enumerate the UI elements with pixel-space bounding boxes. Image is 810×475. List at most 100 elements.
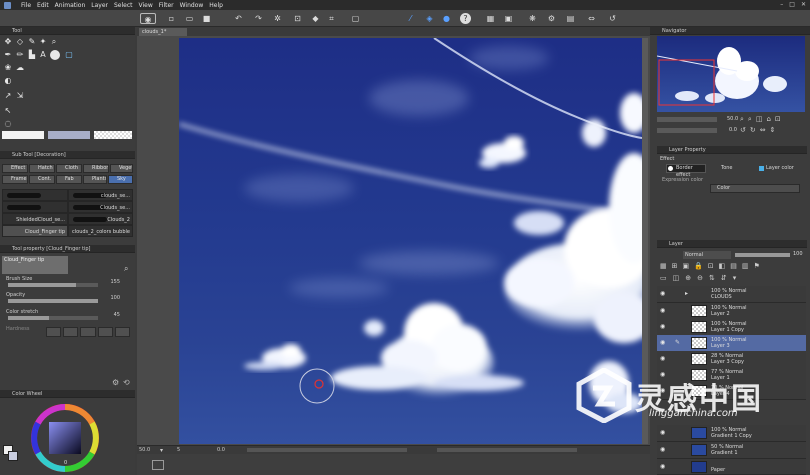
layer-view-icon[interactable]: ▣ [503,13,514,24]
airbrush-tool-icon[interactable]: ▢ [64,50,74,60]
layer-folder-clouds[interactable]: ◉ ▸ 100 % Normal CLOUDS [657,286,806,303]
layer-tool-row[interactable]: ▦⊞▣🔒⊡◧▤▥⚑ [660,262,805,271]
new-icon[interactable]: ▫ [166,13,177,24]
open-icon[interactable]: ▭ [184,13,195,24]
minimize-button[interactable]: – [780,1,783,8]
layer-row[interactable]: ◉ 100 % Normal Layer 2 [657,303,806,320]
text-tool-icon[interactable]: A [38,50,48,60]
lasso-tool-icon[interactable]: ◇ [15,37,25,47]
close-button[interactable]: ✕ [801,1,806,8]
gradient-tool-icon[interactable]: ◐ [3,76,13,86]
visibility-eye-icon[interactable]: ◉ [660,464,666,470]
pin-icon[interactable]: ● [441,13,452,24]
undo-icon[interactable]: ↶ [233,13,244,24]
crop-icon[interactable]: ⌗ [326,13,337,24]
nav-zoom-slider[interactable] [657,117,717,122]
subtool-tab-fab[interactable]: Fab [56,175,82,184]
eraser-tool-icon[interactable] [50,50,60,60]
hardness-option[interactable] [46,327,62,337]
settings-icon[interactable]: ⚙ [112,378,119,387]
visibility-eye-icon[interactable]: ◉ [660,291,666,297]
brush-item[interactable]: clouds_2_colors bubble [68,225,133,237]
rotate-icon[interactable]: ↺ [607,13,618,24]
ruler-icon[interactable]: ⁄ [405,13,416,24]
brush-item[interactable]: clouds_se... [68,189,133,201]
visibility-eye-icon[interactable]: ◉ [660,447,666,453]
brush-size-slider[interactable] [8,283,98,287]
settings-icon[interactable]: ⚙ [546,13,557,24]
subtool-tab-sky[interactable]: Sky [108,175,133,184]
saturation-value-square[interactable] [49,422,81,454]
search-icon[interactable]: ⌕ [124,264,128,274]
subtool-tab-vegetation[interactable]: Vegetation [110,164,133,173]
timeline-icon[interactable] [152,460,164,470]
decoration-tool-icon[interactable]: ❀ [3,63,13,73]
tool-name-field[interactable]: Cloud_Finger tip [2,256,68,274]
drawing-canvas[interactable] [179,38,642,444]
brush-item[interactable]: Clouds_2 [68,213,133,225]
hardness-option[interactable] [63,327,79,337]
zoom-readout[interactable]: 50.0 [139,447,150,453]
nav-zoom-buttons[interactable]: ⌕⌕◫⌂⊡ [740,115,785,124]
visibility-eye-icon[interactable]: ◉ [660,340,666,346]
pen-tool-icon[interactable]: ✒ [3,50,13,60]
nav-rotate-buttons[interactable]: ↺↻⇔⇕ [740,126,779,134]
sub-color-swatch[interactable] [48,131,90,139]
symmetry-icon[interactable]: ◈ [424,13,435,24]
move-tool-icon[interactable]: ✥ [3,37,13,47]
rotation-slider[interactable] [437,448,577,452]
color-icon[interactable]: ❋ [527,13,538,24]
layer-row[interactable]: ◉ 28 % Normal Layer 3 Copy [657,351,806,368]
hardness-option[interactable] [80,327,96,337]
layer-action-row[interactable]: ▭◫⊕⊖⇅⇵▾ [660,274,805,283]
menu-help[interactable]: Help [209,2,223,9]
lock-icon[interactable]: ▤ [565,13,576,24]
fill-icon[interactable]: ◆ [310,13,321,24]
subtool-tab-effect[interactable]: Effect [2,164,28,173]
visibility-eye-icon[interactable]: ◉ [660,430,666,436]
correction-tool-icon[interactable]: ◌ [3,119,13,129]
subtool-tab-cloth[interactable]: Cloth [56,164,82,173]
visibility-eye-icon[interactable]: ◉ [660,324,666,330]
blend-tool-icon[interactable]: ☁ [15,63,25,73]
brush-item[interactable] [2,189,68,201]
opacity-slider[interactable] [8,299,98,303]
brush-tool-icon[interactable]: ✏ [15,50,25,60]
subtool-tab-cont[interactable]: Cont. [29,175,55,184]
expression-color-select[interactable]: Color [710,184,800,193]
subtool-tab-ribbon[interactable]: Ribbon [83,164,109,173]
navigator-thumbnail[interactable] [657,36,805,112]
visibility-eye-icon[interactable]: ◉ [660,356,666,362]
brush-item[interactable]: Clouds_se... [68,201,133,213]
horizontal-scrollbar[interactable] [247,448,407,452]
blend-mode-select[interactable]: Normal [683,251,731,259]
visibility-eye-icon[interactable]: ◉ [660,308,666,314]
nav-angle-slider[interactable] [657,128,717,133]
main-color-swatch[interactable] [2,131,44,139]
opacity-row[interactable]: Opacity 100 [6,292,128,306]
fill-tool-icon[interactable]: ▙ [27,50,37,60]
subtool-tab-plants[interactable]: Plants [83,175,107,184]
menu-view[interactable]: View [139,2,153,9]
menu-layer[interactable]: Layer [91,2,108,9]
layer-opacity-slider[interactable] [735,253,790,257]
brush-size-row[interactable]: Brush Size 155 [6,276,128,290]
tone-toggle[interactable]: Tone [712,164,752,173]
magic-wand-icon[interactable]: ✦ [38,37,48,47]
snap-icon[interactable]: ▢ [350,13,361,24]
subtool-tab-hatch[interactable]: Hatch [29,164,55,173]
save-icon[interactable]: ■ [201,13,212,24]
menu-window[interactable]: Window [180,2,204,9]
layer-row[interactable]: ◉ 100 % Normal Gradient 1 Copy [657,425,806,442]
brush-item[interactable] [2,201,68,213]
menu-animation[interactable]: Animation [55,2,86,9]
eyedropper-tool-icon[interactable]: ✎ [27,37,37,47]
sub-color-chip[interactable] [8,451,18,461]
flip-icon[interactable]: ⇔ [586,13,597,24]
hardness-option[interactable] [97,327,113,337]
layer-row-selected[interactable]: ◉ ✎ 100 % Normal Layer 3 [657,335,806,352]
brush-item[interactable]: ShieldedCloud_se... [2,213,68,225]
zoom-tool-icon[interactable]: ⌕ [49,37,59,47]
reset-icon[interactable]: ⟲ [123,378,130,387]
help-icon[interactable]: ? [460,13,471,24]
